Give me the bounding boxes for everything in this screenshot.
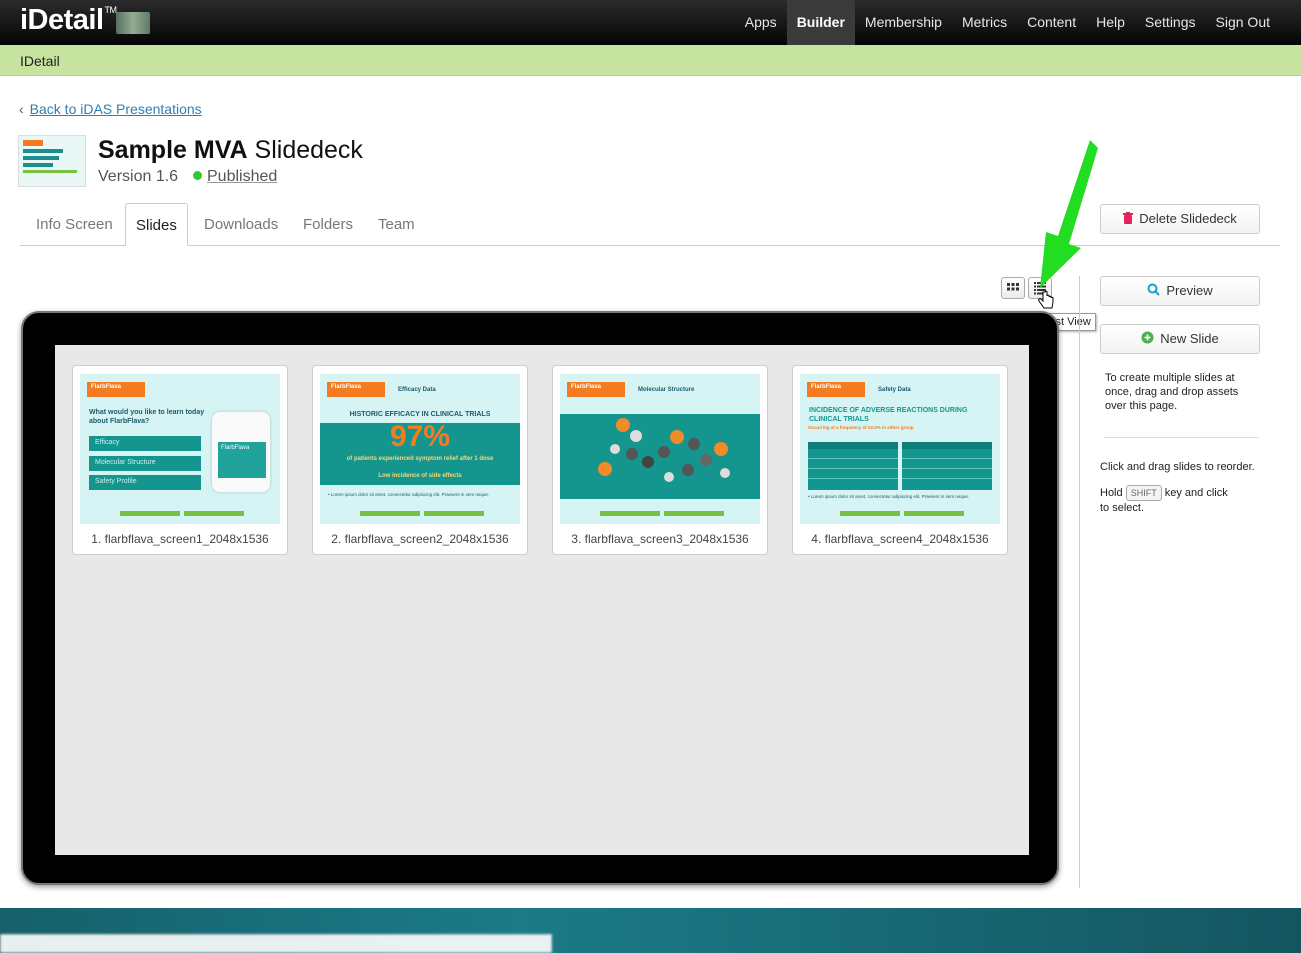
tab-slides[interactable]: Slides [125,203,188,246]
grid-view-button[interactable] [1001,277,1025,299]
chevron-left-icon: ‹ [19,101,24,117]
slide-card[interactable]: FlarbFlava What would you like to learn … [72,365,288,555]
page-footer [0,908,1301,953]
new-slide-button[interactable]: New Slide [1100,324,1260,354]
bottle-image: FlarbFlava [212,412,270,492]
tab-downloads[interactable]: Downloads [194,203,288,246]
slide-thumbnail: FlarbFlava Molecular Structure [560,374,760,524]
status-badge[interactable]: Published [193,168,277,186]
nav-content[interactable]: Content [1017,0,1086,45]
logo-mark-icon [116,12,150,34]
tablet-frame: FlarbFlava What would you like to learn … [21,311,1059,885]
green-arrow-icon [1040,140,1098,288]
slide-thumbnail: FlarbFlava Safety Data INCIDENCE OF ADVE… [800,374,1000,524]
trash-icon [1123,206,1134,234]
slide-caption: 1. flarbflava_screen1_2048x1536 [91,532,269,546]
select-help: Hold SHIFT key and click to select. [1100,485,1228,514]
slide-thumbnail: FlarbFlava What would you like to learn … [80,374,280,524]
main-nav: Apps Builder Membership Metrics Content … [735,0,1280,45]
grid-icon [1007,283,1019,291]
tab-info-screen[interactable]: Info Screen [26,203,123,246]
shift-key: SHIFT [1125,485,1162,501]
slide-card[interactable]: FlarbFlava Efficacy Data HISTORIC EFFICA… [312,365,528,555]
nav-apps[interactable]: Apps [735,0,787,45]
back-link[interactable]: Back to iDAS Presentations [30,101,202,117]
column-divider [1079,276,1080,888]
nav-settings[interactable]: Settings [1135,0,1206,45]
slide-card[interactable]: FlarbFlava Safety Data INCIDENCE OF ADVE… [792,365,1008,555]
page-title: Sample MVA Slidedeck [98,136,363,164]
breadcrumb: ‹ Back to iDAS Presentations [19,101,202,117]
sub-header-label: IDetail [20,53,60,69]
tab-team[interactable]: Team [368,203,425,246]
slide-card[interactable]: FlarbFlava Molecular Structure 3. flarbf… [552,365,768,555]
magnifier-icon [1147,278,1161,306]
tab-folders[interactable]: Folders [293,203,363,246]
preview-button[interactable]: Preview [1100,276,1260,306]
multi-slide-help: To create multiple slides at once, drag … [1105,372,1239,412]
top-navigation-bar: iDetailTM Apps Builder Membership Metric… [0,0,1301,45]
app-logo[interactable]: iDetailTM [20,4,117,37]
nav-metrics[interactable]: Metrics [952,0,1017,45]
status-dot-icon [193,171,202,180]
hand-cursor-icon [1038,290,1054,309]
plus-circle-icon [1141,326,1154,354]
version-label: Version 1.6 [98,168,179,185]
help-divider [1104,437,1259,438]
nav-membership[interactable]: Membership [855,0,952,45]
footer-copyright-blurred [0,934,552,953]
sub-header: IDetail [0,45,1301,76]
nav-help[interactable]: Help [1086,0,1135,45]
slide-caption: 2. flarbflava_screen2_2048x1536 [331,532,509,546]
slidedeck-thumbnail [18,135,86,187]
slide-thumbnail: FlarbFlava Efficacy Data HISTORIC EFFICA… [320,374,520,524]
slides-canvas[interactable]: FlarbFlava What would you like to learn … [55,345,1029,855]
slide-caption: 4. flarbflava_screen4_2048x1536 [811,532,989,546]
nav-builder[interactable]: Builder [786,0,855,45]
reorder-help: Click and drag slides to reorder. [1100,461,1255,473]
nav-sign-out[interactable]: Sign Out [1206,0,1280,45]
delete-slidedeck-button[interactable]: Delete Slidedeck [1100,204,1260,234]
slide-caption: 3. flarbflava_screen3_2048x1536 [571,532,749,546]
